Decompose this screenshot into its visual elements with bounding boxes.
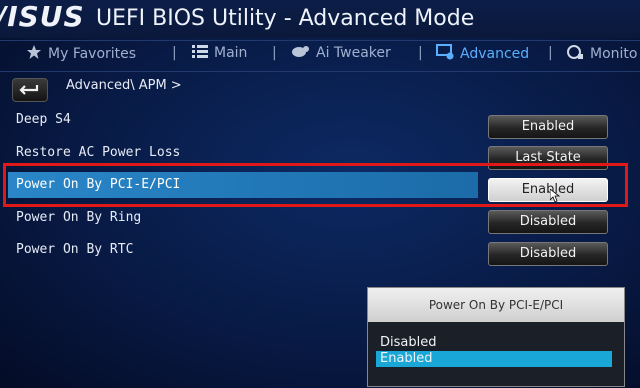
nav-bar: My Favorites | Main | Ai Tweaker | Advan… xyxy=(0,40,640,72)
setting-label-deep-s4[interactable]: Deep S4 xyxy=(16,112,71,127)
tab-advanced[interactable]: Advanced xyxy=(436,44,529,64)
header: /ISUS UEFI BIOS Utility - Advanced Mode xyxy=(0,0,640,38)
deep-s4-value-button[interactable]: Enabled xyxy=(488,115,608,139)
list-icon xyxy=(192,44,208,62)
tab-label: Main xyxy=(214,45,248,61)
setting-label-restore-ac-power-loss[interactable]: Restore AC Power Loss xyxy=(16,145,180,160)
breadcrumb: Advanced\ APM > xyxy=(66,78,182,93)
tab-label: My Favorites xyxy=(48,46,137,62)
nav-separator: | xyxy=(172,45,177,61)
nav-separator: | xyxy=(548,45,553,61)
tab-label: Ai Tweaker xyxy=(316,45,391,61)
advanced-icon xyxy=(436,44,454,64)
nav-separator: | xyxy=(418,45,423,61)
tab-label: Monito xyxy=(590,46,638,62)
popup-title: Power On By PCI-E/PCI xyxy=(368,288,624,322)
tweaker-icon xyxy=(292,44,310,62)
monitor-icon xyxy=(566,44,584,64)
page-title: UEFI BIOS Utility - Advanced Mode xyxy=(96,6,475,31)
mouse-cursor-icon xyxy=(549,188,561,207)
popup-option-enabled[interactable]: Enabled xyxy=(380,351,433,366)
popup-option-disabled[interactable]: Disabled xyxy=(380,335,436,350)
tab-label: Advanced xyxy=(460,46,530,62)
setting-label-power-on-by-ring[interactable]: Power On By Ring xyxy=(16,210,141,225)
back-button[interactable] xyxy=(12,78,48,102)
tab-main[interactable]: Main xyxy=(192,44,247,62)
power-on-by-rtc-value-button[interactable]: Disabled xyxy=(488,242,608,266)
tab-my-favorites[interactable]: My Favorites xyxy=(26,44,136,64)
tab-ai-tweaker[interactable]: Ai Tweaker xyxy=(292,44,391,62)
star-icon xyxy=(26,44,42,64)
selection-frame xyxy=(3,163,628,207)
asus-logo: /ISUS xyxy=(0,0,85,33)
tab-monitor[interactable]: Monito xyxy=(566,44,637,64)
option-popup: Power On By PCI-E/PCI Disabled Enabled xyxy=(367,287,625,387)
power-on-by-ring-value-button[interactable]: Disabled xyxy=(488,210,608,234)
nav-separator: | xyxy=(272,45,277,61)
setting-label-power-on-by-rtc[interactable]: Power On By RTC xyxy=(16,242,133,257)
back-arrow-icon xyxy=(13,85,47,105)
